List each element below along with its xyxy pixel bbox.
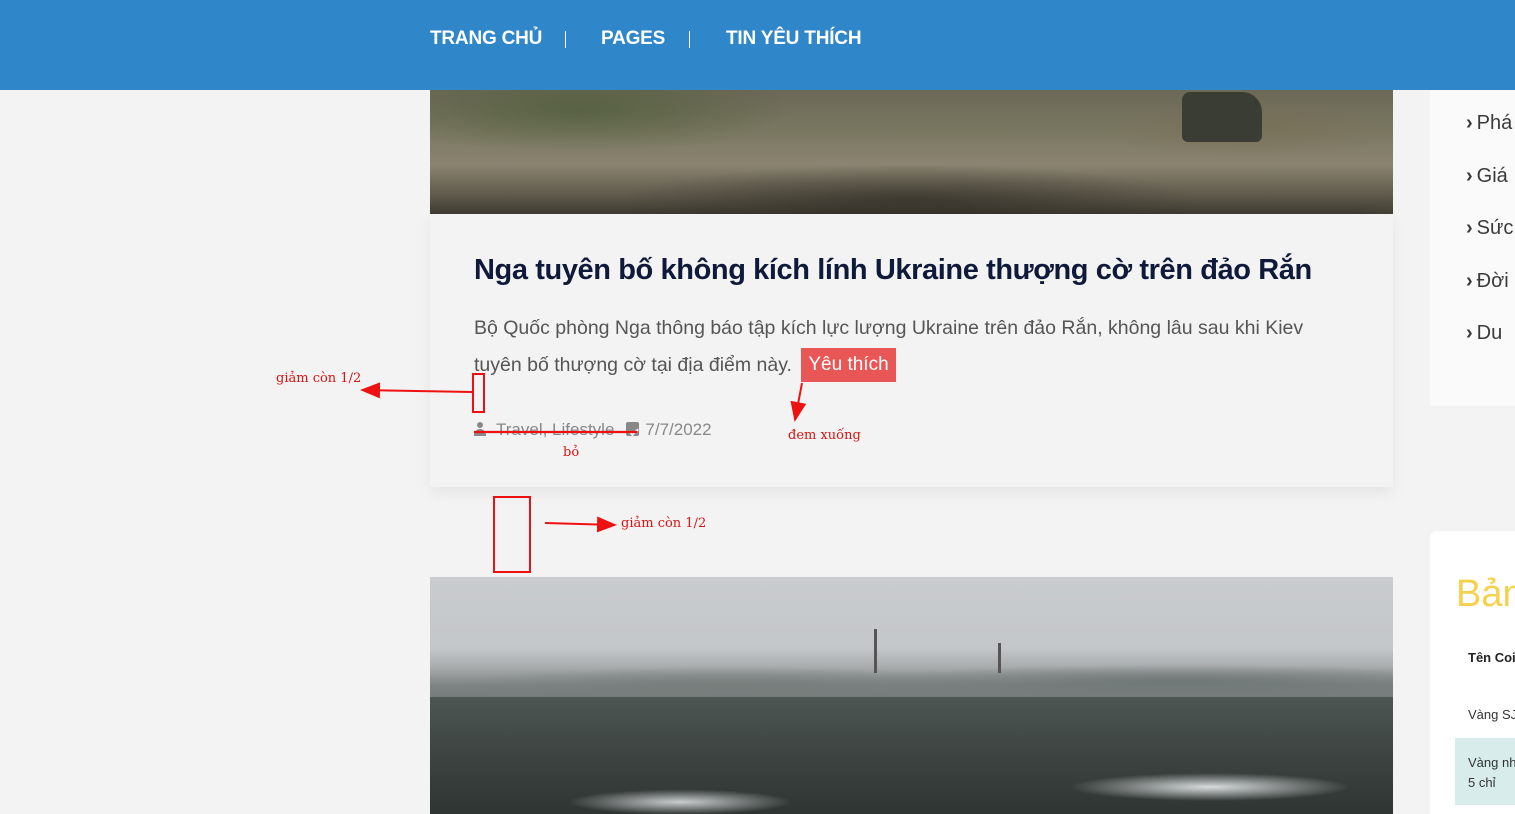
annotation-box (472, 373, 485, 413)
nav-divider (565, 31, 566, 48)
table-cell: Vàng SJ (1468, 707, 1515, 722)
annotation-note: bỏ (563, 445, 580, 460)
widget-title: Bản (1456, 573, 1515, 615)
image-chimney (998, 643, 1001, 673)
chevron-right-icon: › (1466, 112, 1473, 134)
image-snow (430, 757, 1393, 814)
nav-divider (689, 31, 690, 48)
annotation-note: giảm còn 1/2 (276, 371, 362, 386)
sidebar-item[interactable]: › Sức (1466, 217, 1513, 240)
nav-home[interactable]: TRANG CHỦ (430, 28, 542, 50)
table-cell: Vàng nh 5 chỉ (1468, 753, 1515, 793)
article-image-top[interactable] (430, 90, 1393, 214)
sidebar-item[interactable]: › Phá (1466, 112, 1512, 135)
image-hills (430, 662, 1393, 702)
chevron-right-icon: › (1466, 217, 1473, 239)
user-icon (474, 422, 486, 436)
sidebar-item[interactable]: › Giá (1466, 165, 1508, 188)
nav-pages[interactable]: PAGES (601, 28, 665, 50)
annotation-note: đem xuống (788, 428, 861, 443)
sidebar-item-label: Đời (1476, 270, 1509, 292)
sidebar-item[interactable]: › Đời (1466, 270, 1509, 293)
image-chimney (874, 629, 877, 673)
chevron-right-icon: › (1466, 165, 1473, 187)
image-vehicle (1182, 92, 1262, 142)
table-cell-line: Vàng nh (1468, 755, 1515, 770)
chevron-right-icon: › (1466, 270, 1473, 292)
chevron-right-icon: › (1466, 322, 1473, 344)
annotation-box (493, 496, 531, 573)
article-meta: Travel, Lifestyle 7/7/2022 (474, 420, 712, 440)
article-title[interactable]: Nga tuyên bố không kích lính Ukraine thư… (474, 254, 1312, 287)
article-excerpt: Bộ Quốc phòng Nga thông báo tập kích lực… (474, 310, 1334, 384)
calendar-icon (626, 422, 640, 436)
sidebar-item-label: Du (1476, 322, 1503, 344)
sidebar-item-label: Phá (1476, 112, 1513, 134)
article-categories[interactable]: Travel, Lifestyle (496, 420, 614, 439)
sidebar-categories (1430, 90, 1515, 406)
nav-favorites[interactable]: TIN YÊU THÍCH (726, 28, 862, 50)
table-header: Tên Coi (1468, 650, 1515, 665)
sidebar-item-label: Sức (1476, 217, 1514, 239)
sidebar-item-label: Giá (1476, 165, 1508, 187)
table-cell-line: 5 chỉ (1468, 775, 1496, 790)
article-date: 7/7/2022 (645, 420, 712, 439)
annotation-note: giảm còn 1/2 (621, 516, 707, 531)
article-image-second[interactable] (430, 577, 1393, 814)
sidebar-item[interactable]: › Du (1466, 322, 1502, 345)
favorite-button[interactable]: Yêu thích (801, 348, 896, 382)
arrow-right (544, 516, 617, 533)
top-navbar: TRANG CHỦ PAGES TIN YÊU THÍCH (0, 0, 1515, 90)
